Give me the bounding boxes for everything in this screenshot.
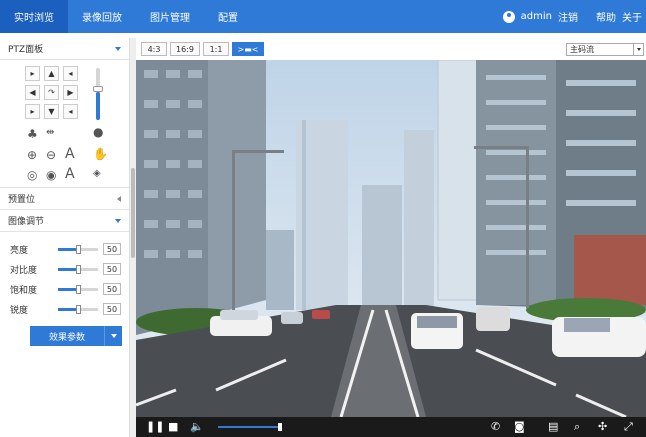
ratio-16-9-button[interactable]: 16:9: [170, 42, 200, 56]
contrast-slider[interactable]: [58, 265, 98, 274]
video-toolbar: 4:3 16:9 1:1 >▬< 主码流: [136, 38, 646, 60]
video-control-bar: ❚❚ ■ 🔈 ✆ ◙ ▤ ⌕ ✣ ⤢: [136, 417, 646, 437]
stream-select-value: 主码流: [570, 45, 594, 54]
bulb-icon[interactable]: ●: [93, 126, 103, 138]
zoom-out-icon[interactable]: ⊖: [46, 149, 56, 161]
brightness-label: 亮度: [10, 245, 29, 256]
help-link[interactable]: 帮助: [596, 9, 616, 24]
saturation-slider[interactable]: [58, 285, 98, 294]
ptz-auto-button[interactable]: ↷: [44, 85, 59, 100]
capture-icon[interactable]: ◙: [514, 421, 525, 432]
brightness-slider[interactable]: [58, 245, 98, 254]
preset-panel-title: 预置位: [8, 195, 36, 205]
focus-near-icon[interactable]: A: [65, 147, 75, 161]
contrast-slider-knob[interactable]: [76, 265, 81, 274]
ptz-right-button[interactable]: ▶: [63, 85, 78, 100]
chevron-down-icon: [115, 218, 121, 223]
ptz-speed-slider-knob[interactable]: [93, 86, 103, 92]
volume-icon[interactable]: 🔈: [190, 421, 204, 432]
stream-select[interactable]: 主码流: [566, 43, 644, 56]
chevron-down-icon: [115, 46, 121, 51]
sharpness-slider[interactable]: [58, 305, 98, 314]
digital-zoom-icon[interactable]: ⌕: [574, 421, 580, 432]
zoom-in-icon[interactable]: ⊕: [27, 149, 37, 161]
fit-window-icon: >▬<: [237, 44, 259, 54]
app-window: 实时浏览 录像回放 图片管理 配置 admin 注销 帮助 关于 PTZ面板 ▸…: [0, 0, 646, 437]
ptz-speed-slider[interactable]: [93, 68, 103, 120]
volume-slider[interactable]: [218, 423, 282, 431]
ptz-down-right-button[interactable]: ◂: [63, 104, 78, 119]
contrast-label: 对比度: [10, 265, 38, 276]
manual-track-icon[interactable]: ✋: [93, 148, 108, 160]
username: admin: [520, 11, 552, 22]
ptz-up-right-button[interactable]: ◂: [63, 66, 78, 81]
chevron-down-icon: [633, 44, 643, 55]
effect-dropdown-toggle[interactable]: [104, 326, 122, 346]
brightness-row: 亮度 50: [0, 239, 129, 259]
preset-panel-header[interactable]: 预置位: [0, 188, 129, 210]
effect-params-label: 效果参数: [48, 332, 85, 343]
effect-params-button[interactable]: 效果参数: [30, 326, 122, 346]
contrast-value[interactable]: 50: [103, 263, 121, 275]
live-video[interactable]: [136, 60, 646, 417]
intercom-icon[interactable]: ✆: [491, 421, 500, 432]
left-panel: PTZ面板 ▸ ▲ ◂ ◀ ↷ ▶ ▸ ▼ ◂ ♣ ⇹ ● ⊕ ⊖ A ✋ ◎: [0, 38, 130, 437]
image-panel-header[interactable]: 图像调节: [0, 210, 129, 232]
tab-picture-management[interactable]: 图片管理: [136, 0, 204, 33]
saturation-label: 饱和度: [10, 285, 38, 296]
ptz-up-button[interactable]: ▲: [44, 66, 59, 81]
contrast-row: 对比度 50: [0, 259, 129, 279]
ptz-down-left-button[interactable]: ▸: [25, 104, 40, 119]
user-area: admin 注销 帮助 关于: [502, 0, 646, 33]
chevron-left-icon: [117, 195, 121, 202]
volume-slider-knob[interactable]: [278, 423, 282, 431]
ratio-4-3-button[interactable]: 4:3: [141, 42, 167, 56]
ratio-1-1-button[interactable]: 1:1: [203, 42, 229, 56]
brightness-slider-knob[interactable]: [76, 245, 81, 254]
image-panel-title: 图像调节: [8, 217, 45, 227]
top-nav-bar: 实时浏览 录像回放 图片管理 配置 admin 注销 帮助 关于: [0, 0, 646, 33]
ptz-move-icon[interactable]: ✣: [598, 421, 607, 432]
record-icon[interactable]: ▤: [548, 421, 558, 432]
pause-icon[interactable]: ❚❚: [146, 421, 164, 432]
ptz-left-button[interactable]: ◀: [25, 85, 40, 100]
scrollbar-thumb[interactable]: [131, 168, 135, 258]
iris-open-icon[interactable]: ◎: [27, 169, 37, 181]
sharpness-value[interactable]: 50: [103, 303, 121, 315]
sharpness-label: 锐度: [10, 305, 29, 316]
chevron-down-icon: [110, 334, 117, 338]
saturation-value[interactable]: 50: [103, 283, 121, 295]
saturation-slider-knob[interactable]: [76, 285, 81, 294]
ptz-controls: ▸ ▲ ◂ ◀ ↷ ▶ ▸ ▼ ◂ ♣ ⇹ ● ⊕ ⊖ A ✋ ◎ ◉ A ◈: [0, 60, 129, 188]
ptz-panel-header[interactable]: PTZ面板: [0, 38, 129, 60]
focus-far-icon[interactable]: A: [65, 167, 75, 181]
saturation-row: 饱和度 50: [0, 279, 129, 299]
tab-live-view[interactable]: 实时浏览: [0, 0, 68, 33]
3d-position-icon[interactable]: ◈: [93, 169, 101, 179]
iris-close-icon[interactable]: ◉: [46, 169, 56, 181]
about-link[interactable]: 关于: [622, 9, 642, 24]
wiper-icon[interactable]: ⇹: [46, 128, 54, 138]
brightness-value[interactable]: 50: [103, 243, 121, 255]
user-icon: [502, 10, 515, 23]
light-icon[interactable]: ♣: [27, 128, 38, 140]
stop-icon[interactable]: ■: [168, 421, 178, 432]
tab-configuration[interactable]: 配置: [204, 0, 252, 33]
sharpness-row: 锐度 50: [0, 299, 129, 319]
street-scene-image: [136, 60, 646, 417]
ptz-down-button[interactable]: ▼: [44, 104, 59, 119]
ptz-up-left-button[interactable]: ▸: [25, 66, 40, 81]
fullscreen-icon[interactable]: ⤢: [624, 421, 633, 432]
sharpness-slider-knob[interactable]: [76, 305, 81, 314]
logout-link[interactable]: 注销: [558, 9, 578, 24]
ptz-panel-title: PTZ面板: [8, 45, 44, 55]
tab-playback[interactable]: 录像回放: [68, 0, 136, 33]
auto-fit-button[interactable]: >▬<: [232, 42, 264, 56]
